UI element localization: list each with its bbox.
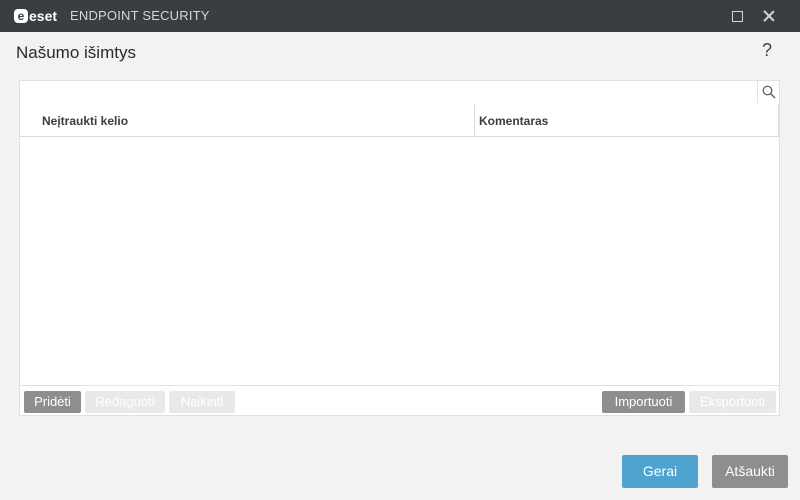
column-header-comment[interactable]: Komentaras [479, 104, 548, 136]
search-button[interactable] [757, 81, 780, 103]
edit-button[interactable]: Redaguoti [85, 391, 165, 413]
exclusions-panel: Neįtraukti kelio Komentaras Pridėti Reda… [19, 80, 780, 416]
column-header-path[interactable]: Neįtraukti kelio [42, 104, 128, 136]
search-input[interactable] [22, 82, 758, 104]
logo-mark: e [14, 9, 28, 23]
import-button[interactable]: Importuoti [602, 391, 685, 413]
close-button[interactable] [753, 0, 785, 32]
column-divider-end [778, 104, 779, 136]
eset-logo: e eset [14, 7, 64, 25]
ok-button[interactable]: Gerai [622, 455, 698, 488]
maximize-icon [731, 10, 743, 22]
maximize-button[interactable] [721, 0, 753, 32]
close-icon [763, 10, 775, 22]
add-button[interactable]: Pridėti [24, 391, 81, 413]
product-name: ENDPOINT SECURITY [70, 8, 210, 23]
table-body [20, 137, 779, 385]
cancel-button[interactable]: Atšaukti [712, 455, 788, 488]
table-header: Neįtraukti kelio Komentaras [20, 104, 779, 137]
search-icon [762, 85, 776, 99]
logo-text: eset [29, 8, 58, 24]
help-button[interactable]: ? [762, 40, 772, 61]
export-button[interactable]: Eksportuoti [689, 391, 776, 413]
search-bar [20, 81, 779, 105]
delete-button[interactable]: Naikinti [169, 391, 235, 413]
page-title: Našumo išimtys [16, 43, 136, 62]
table-toolbar: Pridėti Redaguoti Naikinti Importuoti Ek… [20, 385, 779, 416]
title-bar: e eset ENDPOINT SECURITY [0, 0, 800, 32]
column-resize-handle[interactable] [474, 104, 475, 136]
